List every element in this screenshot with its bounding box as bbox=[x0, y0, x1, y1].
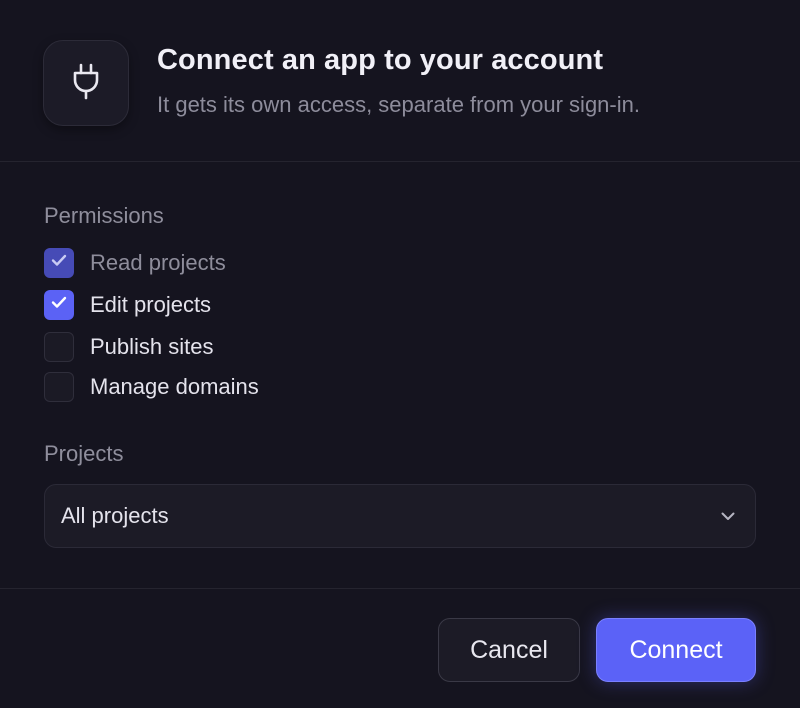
projects-select-value: All projects bbox=[61, 503, 169, 528]
app-icon-tile bbox=[43, 40, 129, 126]
manage-domains-label[interactable]: Manage domains bbox=[90, 374, 259, 400]
publish-sites-checkbox[interactable] bbox=[44, 332, 74, 362]
projects-select[interactable]: All projects bbox=[44, 484, 756, 548]
dialog-title: Connect an app to your account bbox=[157, 44, 604, 76]
footer-divider bbox=[0, 588, 800, 589]
permission-manage-domains[interactable]: Manage domains bbox=[44, 372, 259, 402]
edit-projects-label[interactable]: Edit projects bbox=[90, 292, 211, 318]
permission-publish-sites[interactable]: Publish sites bbox=[44, 332, 214, 362]
connect-button[interactable]: Connect bbox=[596, 618, 756, 682]
read-projects-label: Read projects bbox=[90, 250, 226, 275]
permission-edit-projects[interactable]: Edit projects bbox=[44, 290, 211, 320]
edit-projects-checkbox[interactable] bbox=[44, 290, 74, 320]
plug-icon bbox=[71, 62, 101, 105]
check-icon bbox=[51, 254, 67, 272]
publish-sites-label[interactable]: Publish sites bbox=[90, 334, 214, 360]
connect-app-dialog: Connect an app to your account It gets i… bbox=[0, 0, 800, 708]
chevron-down-icon bbox=[719, 507, 737, 525]
check-icon bbox=[51, 296, 67, 314]
manage-domains-checkbox[interactable] bbox=[44, 372, 74, 402]
dialog-header: Connect an app to your account It gets i… bbox=[0, 0, 800, 162]
read-projects-checkbox bbox=[44, 248, 74, 278]
permission-read-projects: Read projects bbox=[44, 248, 226, 278]
dialog-subtitle: It gets its own access, separate from yo… bbox=[157, 92, 640, 117]
permissions-label: Permissions bbox=[44, 203, 164, 228]
cancel-button[interactable]: Cancel bbox=[438, 618, 580, 682]
projects-label: Projects bbox=[44, 441, 124, 466]
